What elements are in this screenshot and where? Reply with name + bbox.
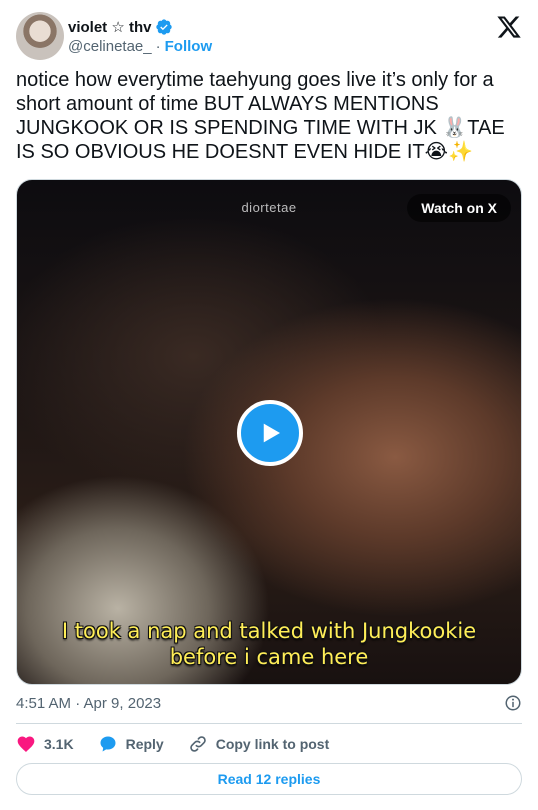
reply-button[interactable]: Reply bbox=[98, 734, 164, 754]
handle[interactable]: @celinetae_ bbox=[68, 38, 152, 55]
video-player[interactable]: diortetae Watch on X I took a nap and ta… bbox=[16, 179, 522, 685]
play-button[interactable] bbox=[237, 400, 303, 466]
timestamp-link[interactable]: 4:51 AM · Apr 9, 2023 bbox=[16, 695, 161, 712]
reply-bubble-icon bbox=[100, 736, 116, 752]
embedded-post: violet ☆ thv @celinetae_ · Follow notice… bbox=[0, 0, 538, 810]
play-icon bbox=[263, 423, 280, 443]
avatar[interactable] bbox=[16, 12, 64, 60]
name-row: violet ☆ thv bbox=[68, 18, 212, 36]
post-header: violet ☆ thv @celinetae_ · Follow bbox=[16, 12, 522, 60]
copy-link-label: Copy link to post bbox=[215, 736, 330, 752]
x-logo-icon[interactable] bbox=[496, 14, 522, 40]
caption-line-1: I took a nap and talked with Jungkookie bbox=[61, 619, 477, 643]
copy-link-button[interactable]: Copy link to post bbox=[188, 734, 330, 754]
read-replies-button[interactable]: Read 12 replies bbox=[16, 763, 522, 795]
like-button[interactable]: 3.1K bbox=[16, 734, 74, 754]
info-icon[interactable] bbox=[504, 694, 522, 712]
heart-icon bbox=[17, 736, 35, 752]
divider bbox=[16, 723, 522, 724]
reply-label: Reply bbox=[125, 736, 164, 752]
author-info: violet ☆ thv @celinetae_ · Follow bbox=[68, 12, 212, 60]
verified-badge-icon bbox=[156, 18, 173, 35]
post-text: notice how everytime taehyung goes live … bbox=[16, 69, 511, 163]
handle-row: @celinetae_ · Follow bbox=[68, 38, 212, 55]
caption-line-2: before i came here bbox=[169, 645, 369, 669]
watch-on-x-button[interactable]: Watch on X bbox=[407, 194, 511, 222]
video-caption: I took a nap and talked with Jungkookie … bbox=[17, 618, 521, 670]
display-name[interactable]: violet ☆ thv bbox=[68, 18, 151, 36]
link-icon bbox=[189, 736, 206, 752]
follow-button[interactable]: Follow bbox=[165, 38, 213, 55]
post-meta: 4:51 AM · Apr 9, 2023 bbox=[16, 693, 522, 713]
post-actions: 3.1K Reply Copy link to post bbox=[16, 732, 522, 756]
separator-dot: · bbox=[155, 37, 161, 55]
like-count: 3.1K bbox=[44, 736, 74, 752]
